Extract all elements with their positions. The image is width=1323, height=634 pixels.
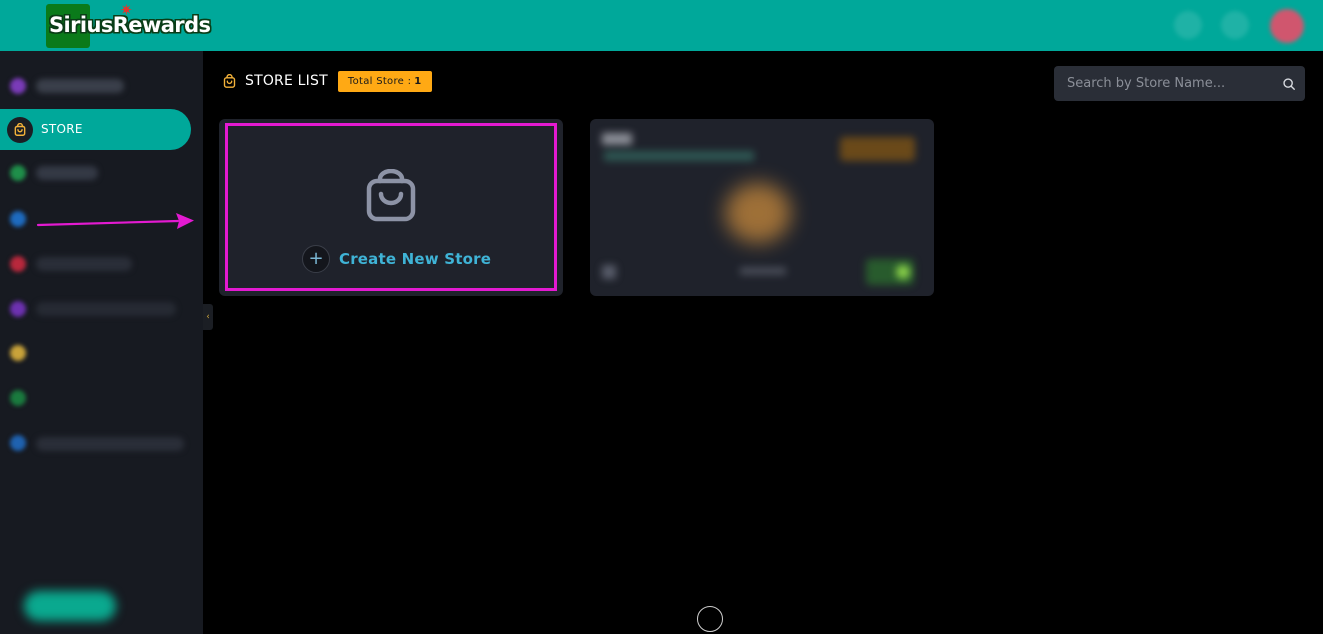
sidebar-item-icon — [10, 165, 26, 181]
sidebar-item-label: STORE — [41, 122, 83, 136]
sidebar-item-icon — [10, 390, 26, 406]
page-title: STORE LIST — [245, 73, 328, 89]
status-badge — [840, 137, 915, 161]
sidebar-collapse-toggle[interactable]: ‹ — [203, 304, 213, 330]
create-store-button[interactable]: + Create New Store — [302, 245, 491, 273]
toggle-knob — [896, 265, 910, 279]
brand-logo[interactable]: SiriusRewards ✷ — [46, 1, 216, 48]
shopping-bag-icon — [366, 169, 416, 222]
sidebar-item-blurred[interactable] — [36, 302, 176, 316]
total-store-count: 1 — [414, 75, 422, 87]
store-name-blurred — [602, 133, 632, 145]
sidebar-item-blurred[interactable] — [36, 166, 98, 180]
sidebar-item-icon — [10, 256, 26, 272]
shopping-bag-icon — [7, 117, 33, 143]
settings-icon[interactable] — [1221, 11, 1249, 39]
store-detail-blurred — [604, 151, 754, 161]
total-store-label: Total Store : — [347, 75, 412, 87]
sidebar-item-blurred[interactable] — [36, 257, 132, 271]
top-bar: SiriusRewards ✷ — [0, 0, 1323, 51]
store-meta-blurred — [740, 267, 786, 275]
search-icon[interactable] — [1282, 77, 1296, 91]
user-avatar[interactable] — [1270, 9, 1304, 43]
search-input[interactable] — [1054, 66, 1269, 101]
create-store-label: Create New Store — [339, 250, 492, 268]
sidebar-item-icon — [10, 211, 26, 227]
sidebar-item-store[interactable]: STORE — [0, 109, 191, 150]
create-store-card[interactable]: + Create New Store — [219, 119, 563, 296]
store-card[interactable] — [590, 119, 934, 296]
store-logo-blurred — [725, 183, 791, 243]
sidebar-item-blurred[interactable] — [36, 437, 184, 451]
sidebar-item-icon — [10, 435, 26, 451]
sidebar-item-blurred[interactable] — [36, 79, 124, 93]
sidebar-item-icon — [10, 301, 26, 317]
sidebar: STORE — [0, 51, 203, 634]
plus-icon: + — [302, 245, 330, 273]
sidebar-item-icon — [10, 78, 26, 94]
edit-icon[interactable] — [602, 265, 616, 279]
star-icon: ✷ — [120, 1, 133, 19]
annotation-arrow-icon — [36, 213, 194, 229]
loading-spinner-icon — [697, 606, 723, 632]
page-header: STORE LIST Total Store :1 — [222, 69, 432, 93]
store-search — [1054, 66, 1305, 101]
total-store-badge: Total Store :1 — [337, 70, 432, 92]
shopping-bag-icon — [223, 73, 236, 88]
notification-icon[interactable] — [1174, 11, 1202, 39]
sidebar-item-icon — [10, 345, 26, 361]
sidebar-bottom-button[interactable] — [24, 591, 116, 621]
